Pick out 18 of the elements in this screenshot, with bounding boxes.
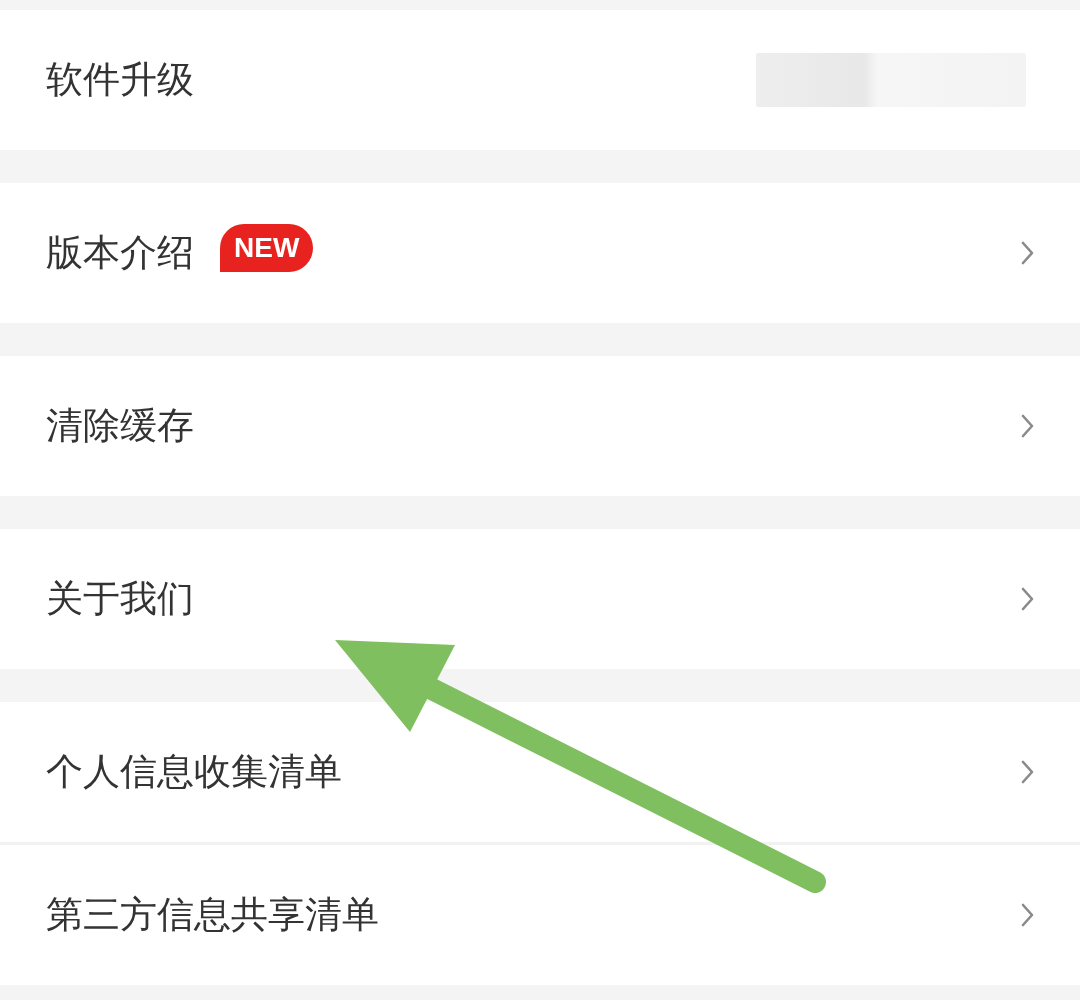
chevron-right-icon — [1020, 412, 1036, 440]
settings-row[interactable]: 个人信息收集清单 — [0, 702, 1080, 842]
chevron-right-icon — [1020, 239, 1036, 267]
new-badge: NEW — [220, 224, 314, 272]
chevron-right-icon — [1020, 758, 1036, 786]
settings-row[interactable]: 版本介绍 NEW — [0, 183, 1080, 323]
settings-row[interactable]: 第三方信息共享清单 — [0, 845, 1080, 985]
row-label: 清除缓存 — [46, 403, 194, 449]
row-label: 版本介绍 — [46, 230, 194, 276]
settings-row[interactable]: 软件升级 — [0, 10, 1080, 150]
chevron-right-icon — [1020, 901, 1036, 929]
settings-row[interactable]: 清除缓存 — [0, 356, 1080, 496]
row-label: 第三方信息共享清单 — [46, 892, 379, 938]
chevron-right-icon — [1020, 585, 1036, 613]
row-label: 软件升级 — [46, 57, 194, 103]
settings-row[interactable]: 关于我们 — [0, 529, 1080, 669]
row-label: 关于我们 — [46, 576, 194, 622]
row-label: 个人信息收集清单 — [46, 749, 342, 795]
